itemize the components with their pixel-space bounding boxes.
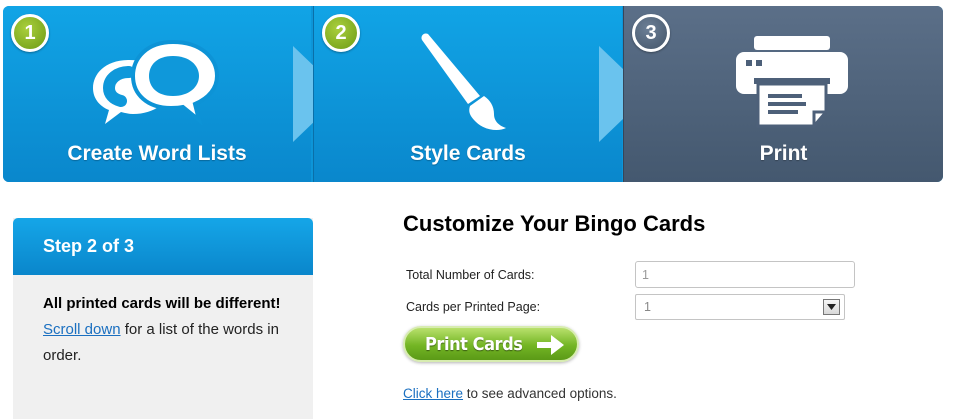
- speech-bubbles-icon: [93, 39, 220, 126]
- step-print[interactable]: 3 Print: [623, 6, 943, 182]
- cards-per-page-label: Cards per Printed Page:: [406, 300, 541, 314]
- print-cards-button[interactable]: Print Cards: [403, 326, 579, 362]
- sidebar-heading: Step 2 of 3: [13, 218, 313, 275]
- total-cards-input[interactable]: [635, 261, 855, 288]
- dropdown-arrow-icon[interactable]: [823, 299, 840, 315]
- advanced-options-text: to see advanced options.: [463, 386, 617, 401]
- step-label: Print: [759, 142, 808, 165]
- sidebar-body: All printed cards will be different! Scr…: [13, 275, 313, 369]
- wizard-steps: 1 Create Word Lists 2 Style Cards 3 Prin…: [3, 6, 943, 182]
- sidebar-scroll-hint: Scroll down for a list of the words in o…: [43, 317, 283, 369]
- print-button-label: Print Cards: [425, 333, 523, 355]
- step-number-badge: 2: [322, 14, 360, 52]
- step-label: Style Cards: [410, 142, 526, 165]
- paintbrush-icon: [421, 33, 506, 130]
- sidebar-notice: All printed cards will be different!: [43, 295, 281, 312]
- arrow-right-icon: [537, 335, 564, 355]
- total-cards-label: Total Number of Cards:: [406, 268, 535, 282]
- page-title: Customize Your Bingo Cards: [403, 211, 706, 236]
- step-style-cards[interactable]: 2 Style Cards: [313, 6, 622, 182]
- select-value: 1: [644, 300, 651, 314]
- advanced-options-link[interactable]: Click here: [403, 386, 463, 401]
- sidebar-step-info: Step 2 of 3 All printed cards will be di…: [13, 218, 313, 419]
- step-number-badge: 3: [632, 14, 670, 52]
- printer-icon: [736, 36, 848, 128]
- step-label: Create Word Lists: [67, 142, 247, 165]
- step-create-word-lists[interactable]: 1 Create Word Lists: [3, 6, 311, 182]
- cards-per-page-select[interactable]: 1: [635, 294, 845, 320]
- step-number-badge: 1: [11, 14, 49, 52]
- scroll-down-link[interactable]: Scroll down: [43, 321, 121, 338]
- advanced-options-hint: Click here to see advanced options.: [403, 386, 617, 401]
